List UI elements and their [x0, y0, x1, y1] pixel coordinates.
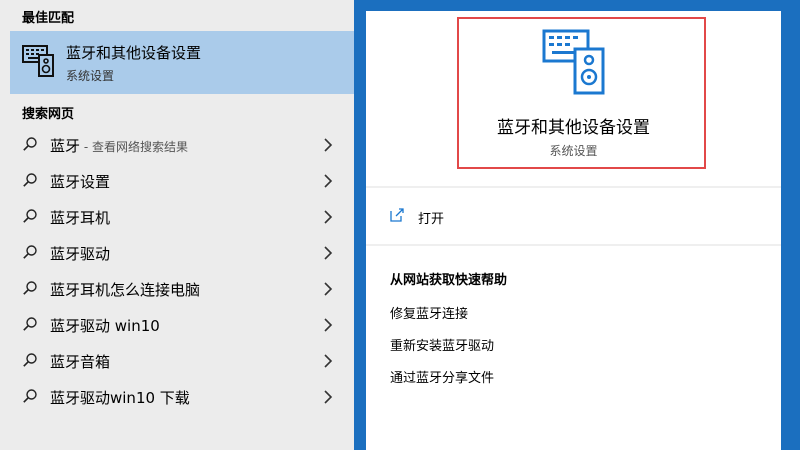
search-results-pane: 最佳匹配 蓝牙和其他设备设置 系统设置 搜索网页 蓝牙 - 查看网络搜索结果 蓝牙…: [0, 0, 354, 450]
search-icon: [23, 173, 37, 187]
divider: [366, 186, 781, 188]
search-suggestion-label: 蓝牙驱动win10 下载: [50, 387, 190, 408]
web-search-heading: 搜索网页: [22, 107, 75, 122]
open-action[interactable]: 打开: [366, 199, 781, 235]
preview-hero: 蓝牙和其他设备设置 系统设置: [366, 11, 781, 187]
chevron-right-icon[interactable]: [323, 354, 333, 368]
chevron-right-icon[interactable]: [323, 390, 333, 404]
search-suggestion-label: 蓝牙驱动 win10: [50, 315, 160, 336]
search-suggestion[interactable]: 蓝牙 - 查看网络搜索结果: [0, 127, 354, 163]
chevron-right-icon[interactable]: [323, 138, 333, 152]
help-heading: 从网站获取快速帮助: [390, 273, 508, 288]
help-link-fix-bluetooth[interactable]: 修复蓝牙连接: [390, 303, 468, 322]
suggestion-text: 蓝牙: [50, 137, 81, 155]
search-suggestion[interactable]: 蓝牙驱动: [0, 235, 354, 271]
chevron-right-icon[interactable]: [323, 246, 333, 260]
search-icon: [23, 137, 37, 151]
chevron-right-icon[interactable]: [323, 174, 333, 188]
suggestion-text: 蓝牙耳机: [50, 209, 111, 227]
best-match-subtitle: 系统设置: [66, 69, 115, 83]
suggestion-text: 蓝牙耳机怎么连接电脑: [50, 281, 201, 299]
divider: [366, 244, 781, 246]
best-match-result[interactable]: 蓝牙和其他设备设置 系统设置: [10, 31, 354, 94]
search-suggestion-label: 蓝牙音箱: [50, 351, 110, 372]
suggestion-text: 蓝牙驱动win10 下载: [50, 389, 190, 407]
suggestion-text: 蓝牙驱动 win10: [50, 317, 160, 335]
suggestion-text: 蓝牙设置: [50, 173, 111, 191]
search-icon: [23, 389, 37, 403]
best-match-title: 蓝牙和其他设备设置: [66, 44, 202, 62]
chevron-right-icon[interactable]: [323, 318, 333, 332]
search-suggestion[interactable]: 蓝牙设置: [0, 163, 354, 199]
search-suggestion[interactable]: 蓝牙驱动win10 下载: [0, 379, 354, 415]
search-suggestion-label: 蓝牙驱动: [50, 243, 110, 264]
help-link-share-files[interactable]: 通过蓝牙分享文件: [390, 367, 494, 386]
suggestion-text: 蓝牙驱动: [50, 245, 111, 263]
highlight-box: [457, 17, 706, 169]
search-suggestion[interactable]: 蓝牙驱动 win10: [0, 307, 354, 343]
search-icon: [23, 281, 37, 295]
bluetooth-devices-icon: [22, 45, 54, 77]
search-suggestion[interactable]: 蓝牙音箱: [0, 343, 354, 379]
search-icon: [23, 209, 37, 223]
search-suggestion-label: 蓝牙 - 查看网络搜索结果: [50, 135, 188, 156]
help-link-reinstall-driver[interactable]: 重新安装蓝牙驱动: [390, 335, 494, 354]
search-suggestion-label: 蓝牙耳机怎么连接电脑: [50, 279, 200, 300]
best-match-heading: 最佳匹配: [22, 11, 75, 26]
search-suggestion-label: 蓝牙耳机: [50, 207, 110, 228]
suggestion-text: 蓝牙音箱: [50, 353, 111, 371]
search-suggestion[interactable]: 蓝牙耳机怎么连接电脑: [0, 271, 354, 307]
search-icon: [23, 353, 37, 367]
search-suggestion[interactable]: 蓝牙耳机: [0, 199, 354, 235]
search-icon: [23, 317, 37, 331]
search-suggestion-label: 蓝牙设置: [50, 171, 110, 192]
open-label: 打开: [418, 212, 445, 227]
chevron-right-icon[interactable]: [323, 282, 333, 296]
suggestion-hint: - 查看网络搜索结果: [80, 140, 188, 154]
preview-pane: 蓝牙和其他设备设置 系统设置 打开 从网站获取快速帮助 修复蓝牙连接 重新安装蓝…: [366, 11, 781, 450]
chevron-right-icon[interactable]: [323, 210, 333, 224]
search-icon: [23, 245, 37, 259]
open-external-icon: [390, 208, 404, 222]
